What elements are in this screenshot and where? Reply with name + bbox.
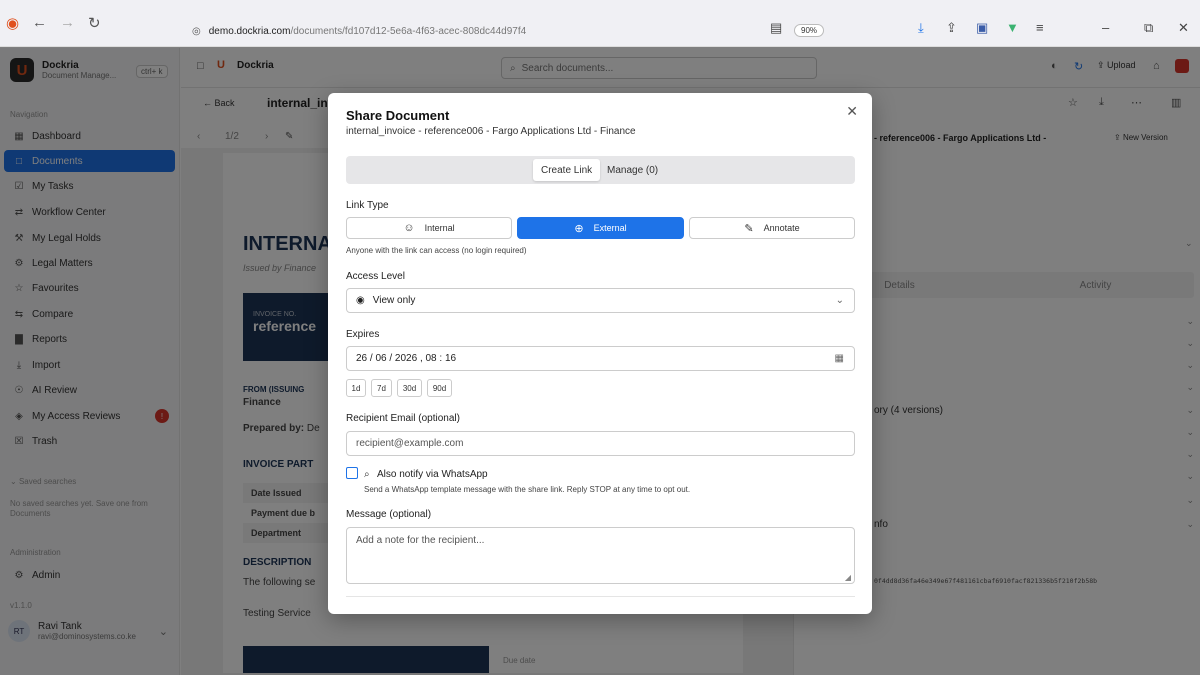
- shield-extension-icon[interactable]: ▼: [1006, 20, 1019, 35]
- app-favicon-icon: ◉: [6, 15, 20, 32]
- divider: [346, 596, 855, 597]
- link-type-label-text: Internal: [424, 223, 455, 233]
- recipient-email-placeholder: recipient@example.com: [356, 438, 464, 449]
- whatsapp-hint: Send a WhatsApp template message with th…: [364, 485, 691, 494]
- resize-handle-icon[interactable]: ◢: [845, 573, 851, 582]
- close-icon[interactable]: ✕: [846, 103, 858, 120]
- address-bar[interactable]: ◎ demo.dockria.com /documents/fd107d12-5…: [192, 20, 832, 42]
- link-type-external-button[interactable]: ⊕ External: [517, 217, 684, 239]
- access-level-select[interactable]: ◉ View only ⌄: [346, 288, 855, 313]
- link-type-internal-button[interactable]: ☺ Internal: [346, 217, 512, 239]
- expires-value: 26 / 06 / 2026 , 08 : 16: [356, 353, 457, 364]
- menu-icon[interactable]: ≡: [1036, 20, 1044, 35]
- access-level-label: Access Level: [346, 271, 405, 282]
- recipient-email-field[interactable]: recipient@example.com: [346, 431, 855, 456]
- reader-mode-icon[interactable]: ▤: [770, 20, 782, 36]
- users-icon: ☺: [403, 222, 415, 234]
- expiry-preset-30d[interactable]: 30d: [397, 379, 422, 397]
- message-placeholder: Add a note for the recipient...: [356, 535, 485, 546]
- share-document-dialog: Share Document internal_invoice - refere…: [328, 93, 872, 614]
- back-arrow-icon[interactable]: ←: [32, 14, 47, 31]
- minimize-icon[interactable]: –: [1102, 20, 1109, 35]
- whatsapp-icon: ⌕: [364, 469, 370, 480]
- download-icon[interactable]: ⤓: [918, 20, 924, 36]
- link-type-hint: Anyone with the link can access (no logi…: [346, 246, 527, 255]
- dialog-subtitle: internal_invoice - reference006 - Fargo …: [346, 126, 636, 137]
- expiry-preset-90d[interactable]: 90d: [427, 379, 452, 397]
- share-icon[interactable]: ⇪: [946, 20, 957, 36]
- link-type-label: Link Type: [346, 200, 389, 211]
- access-level-value: View only: [372, 295, 416, 306]
- close-window-icon[interactable]: ✕: [1178, 20, 1189, 36]
- restore-icon[interactable]: ⧉: [1144, 20, 1153, 36]
- url-host: demo.dockria.com: [208, 25, 291, 37]
- message-textarea[interactable]: Add a note for the recipient... ◢: [346, 527, 855, 584]
- calendar-icon[interactable]: ▦: [835, 353, 844, 364]
- forward-arrow-icon[interactable]: →: [60, 14, 75, 31]
- link-type-annotate-button[interactable]: ✎ Annotate: [689, 217, 855, 239]
- browser-chrome: ◉ ← → ↻ ◎ demo.dockria.com /documents/fd…: [0, 0, 1200, 47]
- link-type-label-text: Annotate: [763, 223, 800, 233]
- tab-manage[interactable]: Manage (0): [599, 159, 666, 181]
- tab-create-link[interactable]: Create Link: [533, 159, 601, 181]
- message-label: Message (optional): [346, 509, 432, 520]
- expiry-preset-1d[interactable]: 1d: [346, 379, 366, 397]
- whatsapp-label[interactable]: Also notify via WhatsApp: [377, 469, 488, 480]
- extension-icon[interactable]: ▣: [976, 20, 988, 36]
- whatsapp-checkbox[interactable]: [346, 467, 358, 479]
- url-path: /documents/fd107d12-5e6a-4f63-acec-808dc…: [290, 25, 527, 37]
- link-type-label-text: External: [593, 223, 627, 233]
- recipient-email-label: Recipient Email (optional): [346, 413, 460, 424]
- reload-icon[interactable]: ↻: [88, 14, 101, 32]
- expires-label: Expires: [346, 329, 380, 340]
- globe-icon: ⊕: [574, 222, 584, 235]
- expiry-preset-7d[interactable]: 7d: [371, 379, 392, 397]
- shield-icon: ◎: [192, 25, 201, 37]
- zoom-level-badge[interactable]: 90%: [794, 24, 825, 37]
- chevron-down-icon: ⌄: [835, 295, 844, 306]
- tag-icon: ✎: [744, 222, 754, 235]
- eye-icon: ◉: [356, 295, 365, 306]
- expires-datetime-input[interactable]: 26 / 06 / 2026 , 08 : 16 ▦: [346, 346, 855, 371]
- share-tabs: Create Link Manage (0): [346, 156, 855, 184]
- dialog-title: Share Document: [346, 108, 450, 123]
